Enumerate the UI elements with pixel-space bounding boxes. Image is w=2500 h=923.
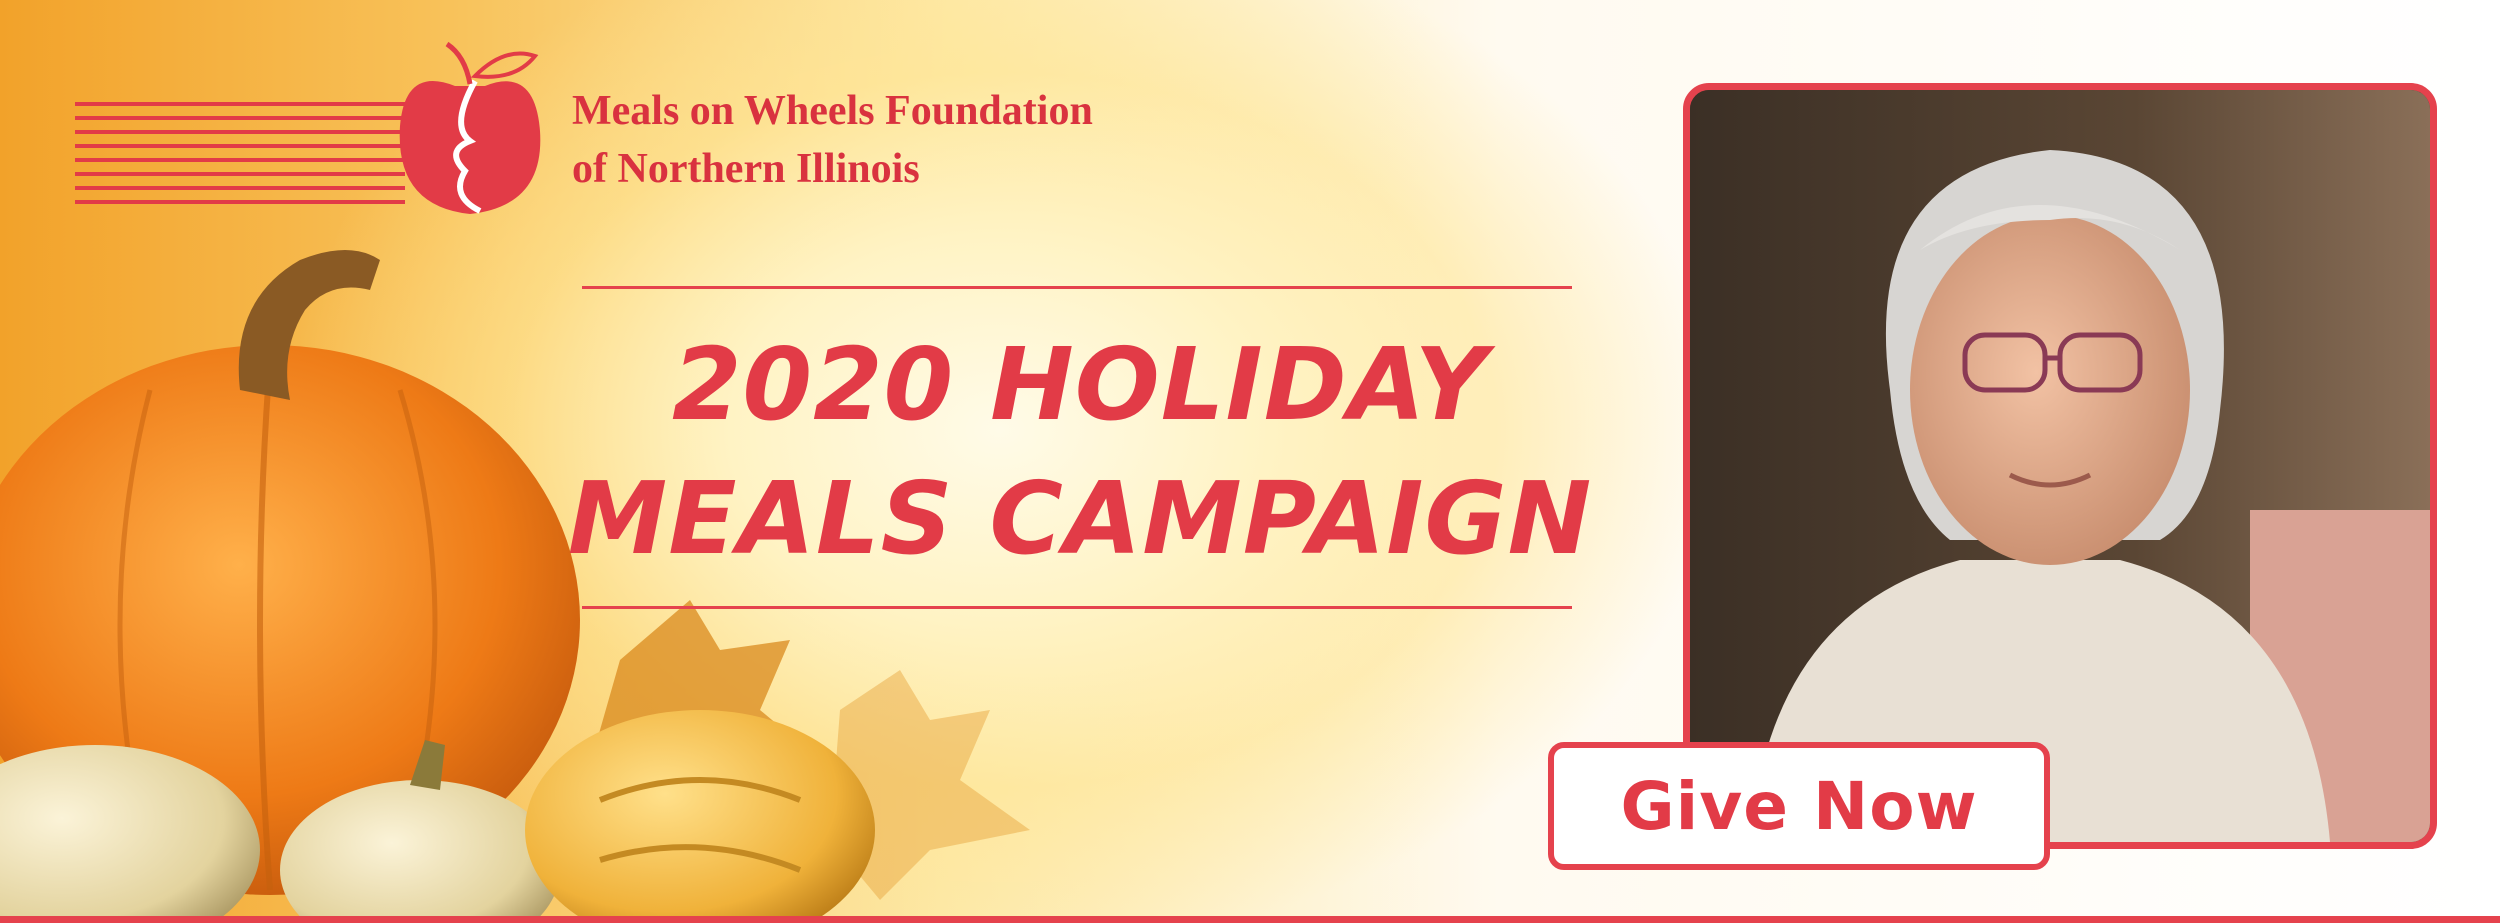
title-bottom-divider [582, 606, 1572, 609]
bottom-border [0, 916, 2500, 923]
organization-name: Meals on Wheels Foundation of Northern I… [572, 82, 1093, 198]
campaign-title-line2: MEALS CAMPAIGN [567, 460, 1593, 577]
campaign-title: 2020 HOLIDAY MEALS CAMPAIGN [560, 318, 1600, 586]
holiday-campaign-banner: Meals on Wheels Foundation of Northern I… [0, 0, 2500, 923]
org-name-line2: of Northern Illinois [572, 146, 920, 192]
org-name-line1: Meals on Wheels Foundation [572, 88, 1093, 134]
title-top-divider [582, 286, 1572, 289]
give-now-button[interactable]: Give Now [1548, 742, 2050, 870]
give-now-label: Give Now [1620, 767, 1978, 845]
apple-profile-logo-icon [75, 41, 541, 214]
campaign-title-line1: 2020 HOLIDAY [671, 326, 1489, 443]
elderly-woman-photo [1683, 83, 2437, 849]
